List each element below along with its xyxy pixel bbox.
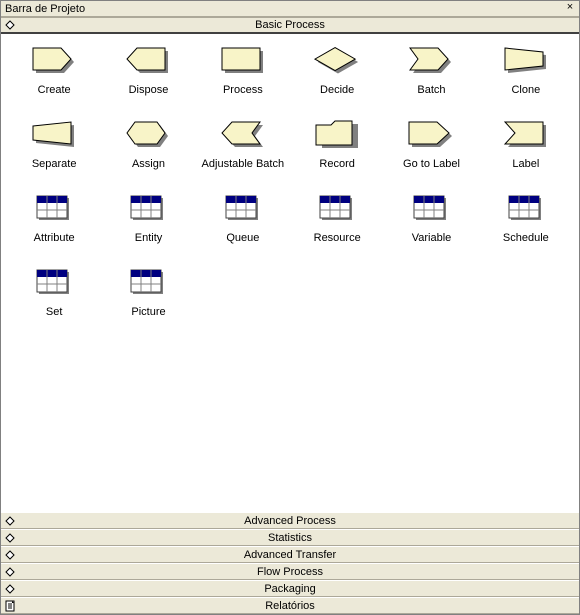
clone-icon: [502, 46, 550, 76]
table-icon: [502, 194, 550, 224]
module-entity[interactable]: Entity: [101, 194, 195, 244]
create-icon: [30, 46, 78, 76]
panel-title: Relatórios: [1, 600, 579, 612]
diamond-icon: [5, 567, 15, 577]
module-label: Batch: [417, 84, 445, 96]
module-process[interactable]: Process: [196, 46, 290, 96]
label-icon: [502, 120, 550, 150]
panel-title: Advanced Transfer: [1, 549, 579, 561]
module-queue[interactable]: Queue: [196, 194, 290, 244]
module-decide[interactable]: Decide: [290, 46, 384, 96]
module-label: Schedule: [503, 232, 549, 244]
table-icon: [313, 194, 361, 224]
decide-icon: [313, 46, 361, 76]
close-icon[interactable]: ×: [563, 2, 577, 15]
diamond-icon: [5, 550, 15, 560]
module-label[interactable]: Label: [479, 120, 573, 170]
panel-title: Basic Process: [1, 19, 579, 31]
module-label: Queue: [226, 232, 259, 244]
module-label: Entity: [135, 232, 163, 244]
module-assign[interactable]: Assign: [101, 120, 195, 170]
module-schedule[interactable]: Schedule: [479, 194, 573, 244]
panel-header-statistics[interactable]: Statistics: [1, 529, 579, 546]
panel-body-basic-process: Create Dispose Process Decide Batch Clone Sepa…: [1, 34, 579, 512]
module-label: Set: [46, 306, 63, 318]
titlebar: Barra de Projeto ×: [1, 1, 579, 17]
module-label: Variable: [412, 232, 452, 244]
module-batch[interactable]: Batch: [384, 46, 478, 96]
diamond-icon: [5, 533, 15, 543]
module-label: Decide: [320, 84, 354, 96]
module-label: Separate: [32, 158, 77, 170]
table-icon: [30, 268, 78, 298]
batch-icon: [407, 46, 455, 76]
table-icon: [407, 194, 455, 224]
panel-title: Advanced Process: [1, 515, 579, 527]
table-icon: [30, 194, 78, 224]
module-go-to-label[interactable]: Go to Label: [384, 120, 478, 170]
module-label: Process: [223, 84, 263, 96]
module-label: Attribute: [34, 232, 75, 244]
module-resource[interactable]: Resource: [290, 194, 384, 244]
panel-title: Packaging: [1, 583, 579, 595]
module-variable[interactable]: Variable: [384, 194, 478, 244]
module-create[interactable]: Create: [7, 46, 101, 96]
table-icon: [124, 194, 172, 224]
report-icon: [5, 600, 17, 612]
module-label: Clone: [511, 84, 540, 96]
module-clone[interactable]: Clone: [479, 46, 573, 96]
module-label: Dispose: [129, 84, 169, 96]
module-record[interactable]: Record: [290, 120, 384, 170]
panel-header-relatórios[interactable]: Relatórios: [1, 597, 579, 614]
module-label: Record: [319, 158, 354, 170]
module-label: Adjustable Batch: [202, 158, 285, 170]
module-label: Resource: [314, 232, 361, 244]
module-picture[interactable]: Picture: [101, 268, 195, 318]
module-dispose[interactable]: Dispose: [101, 46, 195, 96]
diamond-icon: [5, 516, 15, 526]
panel-title: Statistics: [1, 532, 579, 544]
diamond-icon: [5, 20, 15, 30]
adjbatch-icon: [219, 120, 267, 150]
panel-header-flow-process[interactable]: Flow Process: [1, 563, 579, 580]
module-label: Assign: [132, 158, 165, 170]
module-label: Create: [38, 84, 71, 96]
module-adjustable-batch[interactable]: Adjustable Batch: [196, 120, 290, 170]
module-grid: Create Dispose Process Decide Batch Clone Sepa…: [7, 46, 573, 318]
module-label: Label: [512, 158, 539, 170]
collapsed-panels: Advanced Process Statistics Advanced Tra…: [1, 512, 579, 614]
panel-header-basic-process[interactable]: Basic Process: [1, 17, 579, 34]
table-icon: [219, 194, 267, 224]
record-icon: [313, 120, 361, 150]
module-label: Picture: [131, 306, 165, 318]
goto-icon: [407, 120, 455, 150]
panel-title: Flow Process: [1, 566, 579, 578]
module-label: Go to Label: [403, 158, 460, 170]
table-icon: [124, 268, 172, 298]
process-icon: [219, 46, 267, 76]
project-bar-window: Barra de Projeto × Basic Process Create D…: [0, 0, 580, 615]
panel-header-packaging[interactable]: Packaging: [1, 580, 579, 597]
diamond-icon: [5, 584, 15, 594]
panel-header-advanced-transfer[interactable]: Advanced Transfer: [1, 546, 579, 563]
window-title: Barra de Projeto: [3, 3, 563, 15]
module-attribute[interactable]: Attribute: [7, 194, 101, 244]
module-separate[interactable]: Separate: [7, 120, 101, 170]
dispose-icon: [124, 46, 172, 76]
separate-icon: [30, 120, 78, 150]
module-set[interactable]: Set: [7, 268, 101, 318]
panel-header-advanced-process[interactable]: Advanced Process: [1, 512, 579, 529]
assign-icon: [124, 120, 172, 150]
